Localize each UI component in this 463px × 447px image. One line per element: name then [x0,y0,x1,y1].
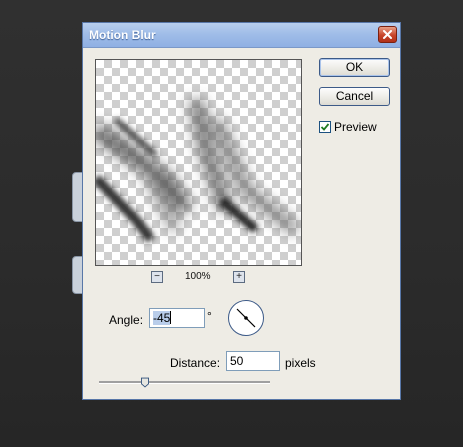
angle-label: Angle: [109,313,144,327]
preview-label[interactable]: Preview [334,120,377,134]
preview-canvas[interactable] [95,59,302,266]
motion-blur-dialog: Motion Blur − 100% + OK Cancel Preview A… [82,22,401,400]
distance-input[interactable]: 50 [226,351,280,371]
preview-checkbox[interactable] [319,121,331,133]
close-icon [383,30,392,39]
distance-slider-track[interactable] [99,381,270,384]
angle-value: -45 [153,311,171,325]
cancel-button[interactable]: Cancel [319,87,390,106]
distance-label: Distance: [170,356,221,370]
zoom-in-button[interactable]: + [233,271,245,283]
close-button[interactable] [378,26,397,43]
dialog-title: Motion Blur [89,28,156,42]
text-caret [170,311,172,324]
zoom-level: 100% [185,271,211,282]
angle-input[interactable]: -45 [149,308,205,328]
distance-unit: pixels [285,356,316,370]
ok-button[interactable]: OK [319,58,390,77]
title-bar[interactable]: Motion Blur [83,23,400,48]
zoom-out-button[interactable]: − [151,271,163,283]
checkmark-icon [320,123,330,131]
degree-symbol: ° [207,309,212,323]
distance-slider-thumb[interactable] [141,377,150,388]
blur-preview-image [96,98,300,243]
angle-dial[interactable] [228,300,264,336]
angle-dial-icon [236,308,256,328]
